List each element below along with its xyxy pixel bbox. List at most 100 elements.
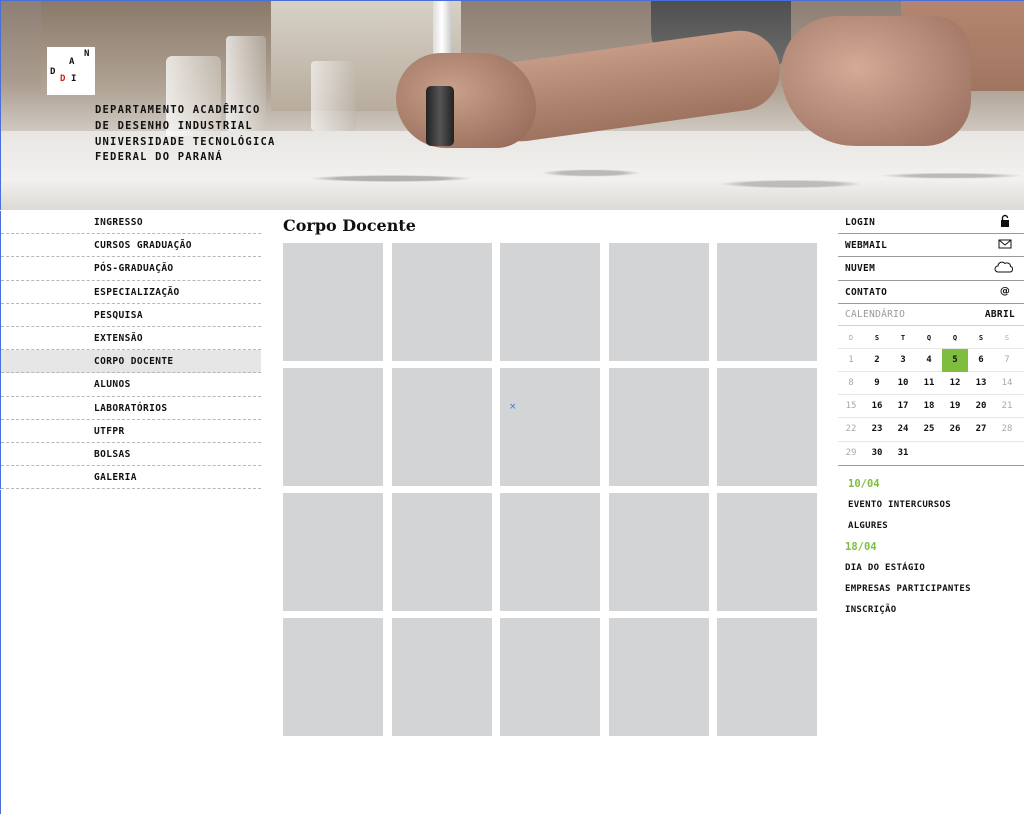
calendar-day[interactable]: 26 xyxy=(942,418,968,441)
faculty-photo[interactable]: × xyxy=(500,368,600,486)
nav-item-especializacao[interactable]: ESPECIALIZAÇÃO xyxy=(1,281,261,304)
calendar-week: 1 2 3 4 5 6 7 xyxy=(838,348,1024,372)
photo-drawing-marks xyxy=(231,151,1024,206)
calendar-day[interactable]: 13 xyxy=(968,372,994,395)
faculty-photo[interactable] xyxy=(717,493,817,611)
faculty-photo[interactable] xyxy=(717,243,817,361)
calendar-day[interactable]: 8 xyxy=(838,372,864,395)
calendar-header: CALENDÁRIO ABRIL xyxy=(838,304,1024,326)
nuvem-link[interactable]: NUVEM xyxy=(838,257,1024,281)
calendar-day[interactable]: 29 xyxy=(838,442,864,465)
calendar-day[interactable]: 23 xyxy=(864,418,890,441)
faculty-photo[interactable] xyxy=(283,493,383,611)
calendar-week: 15 16 17 18 19 20 21 xyxy=(838,395,1024,419)
calendar-day[interactable]: 9 xyxy=(864,372,890,395)
login-label: LOGIN xyxy=(845,217,876,228)
nav-item-bolsas[interactable]: BOLSAS xyxy=(1,443,261,467)
calendar-day[interactable]: 25 xyxy=(916,418,942,441)
nav-item-laboratorios[interactable]: LABORATÓRIOS xyxy=(1,397,261,420)
calendar-day[interactable]: 17 xyxy=(890,395,916,418)
calendar-day-empty xyxy=(994,442,1020,465)
calendar-day[interactable]: 3 xyxy=(890,349,916,372)
login-link[interactable]: LOGIN xyxy=(838,211,1024,235)
event-link[interactable]: INSCRIÇÃO xyxy=(845,600,1024,621)
calendar-day[interactable]: 30 xyxy=(864,442,890,465)
nav-item-cursos-graduacao[interactable]: CURSOS GRADUAÇÃO xyxy=(1,234,261,258)
contato-link[interactable]: CONTATO @ xyxy=(838,281,1024,304)
calendar-day-today[interactable]: 5 xyxy=(942,348,968,372)
calendar-day[interactable]: 15 xyxy=(838,395,864,418)
dadin-logo[interactable]: D A N D I xyxy=(47,47,95,95)
faculty-photo[interactable] xyxy=(500,493,600,611)
event-link[interactable]: ALGURES xyxy=(845,516,1024,537)
nav-item-pos-graduacao[interactable]: PÓS-GRADUAÇÃO xyxy=(1,257,261,281)
calendar-day[interactable]: 11 xyxy=(916,372,942,395)
calendar-day[interactable]: 16 xyxy=(864,395,890,418)
weekday: S xyxy=(874,333,880,342)
event-date: 10/04 xyxy=(848,478,880,490)
faculty-photo[interactable] xyxy=(717,618,817,736)
faculty-photo[interactable] xyxy=(391,368,492,486)
faculty-photo[interactable] xyxy=(608,493,709,611)
calendar-day[interactable]: 24 xyxy=(890,418,916,441)
department-name: DEPARTAMENTO ACADÊMICO DE DESENHO INDUST… xyxy=(95,103,276,166)
faculty-photo[interactable] xyxy=(717,368,817,486)
faculty-photo[interactable] xyxy=(500,618,600,736)
calendar-day[interactable]: 18 xyxy=(916,395,942,418)
department-line: UNIVERSIDADE TECNOLÓGICA xyxy=(95,135,276,148)
calendar-day[interactable]: 28 xyxy=(994,418,1020,441)
nav-item-extensao[interactable]: EXTENSÃO xyxy=(1,327,261,351)
window-edge xyxy=(0,490,1,814)
event-link[interactable]: DIA DO ESTÁGIO xyxy=(845,558,1024,579)
calendar-day[interactable]: 12 xyxy=(942,372,968,395)
calendar-day[interactable]: 21 xyxy=(994,395,1020,418)
calendar-day[interactable]: 31 xyxy=(890,442,916,465)
nav-item-alunos[interactable]: ALUNOS xyxy=(1,373,261,397)
at-icon: @ xyxy=(999,285,1011,297)
calendar-day[interactable]: 19 xyxy=(942,395,968,418)
nav-item-pesquisa[interactable]: PESQUISA xyxy=(1,304,261,327)
calendar-day[interactable]: 20 xyxy=(968,395,994,418)
faculty-photo[interactable] xyxy=(283,618,383,736)
faculty-photo[interactable] xyxy=(500,243,600,361)
faculty-photo[interactable] xyxy=(283,243,383,361)
nav-item-corpo-docente[interactable]: CORPO DOCENTE xyxy=(1,350,261,374)
calendar-day[interactable]: 4 xyxy=(916,349,942,372)
calendar-day[interactable]: 27 xyxy=(968,418,994,441)
weekday: S xyxy=(1004,333,1010,342)
faculty-photo[interactable] xyxy=(608,368,709,486)
calendar-day-empty xyxy=(942,442,968,465)
nav-item-ingresso[interactable]: INGRESSO xyxy=(1,211,261,235)
nav-item-galeria[interactable]: GALERIA xyxy=(1,466,261,490)
events-list: 10/04 EVENTO INTERCURSOS ALGURES 18/04 D… xyxy=(845,474,1024,621)
event-link[interactable]: EMPRESAS PARTICIPANTES xyxy=(845,579,1024,600)
event-link[interactable]: EVENTO INTERCURSOS xyxy=(845,495,1024,516)
faculty-photo[interactable] xyxy=(608,243,709,361)
calendar-day[interactable]: 10 xyxy=(890,372,916,395)
calendar-day[interactable]: 1 xyxy=(838,349,864,372)
event-date: 18/04 xyxy=(845,541,877,553)
weekday: S xyxy=(978,333,984,342)
faculty-photo[interactable] xyxy=(391,618,492,736)
calendar-day[interactable]: 7 xyxy=(994,349,1020,372)
nav-item-utfpr[interactable]: UTFPR xyxy=(1,420,261,443)
calendar-day[interactable]: 6 xyxy=(968,349,994,372)
logo-letter: D xyxy=(60,74,66,84)
calendar-week: 29 30 31 xyxy=(838,442,1024,465)
calendar-day[interactable]: 2 xyxy=(864,349,890,372)
photo-jar xyxy=(311,61,356,131)
webmail-link[interactable]: WEBMAIL xyxy=(838,234,1024,258)
calendar-day[interactable]: 22 xyxy=(838,418,864,441)
faculty-photo[interactable] xyxy=(283,368,383,486)
logo-letter: D xyxy=(50,67,56,77)
weekday: T xyxy=(900,333,906,342)
faculty-photo[interactable] xyxy=(608,618,709,736)
faculty-photo[interactable] xyxy=(391,243,492,361)
faculty-photo[interactable] xyxy=(391,493,492,611)
nuvem-label: NUVEM xyxy=(845,263,876,275)
logo-letter: A xyxy=(69,57,75,67)
lock-icon xyxy=(1001,214,1009,227)
cloud-icon xyxy=(994,262,1014,273)
calendar-month[interactable]: ABRIL xyxy=(985,304,1015,326)
calendar-day[interactable]: 14 xyxy=(994,372,1020,395)
